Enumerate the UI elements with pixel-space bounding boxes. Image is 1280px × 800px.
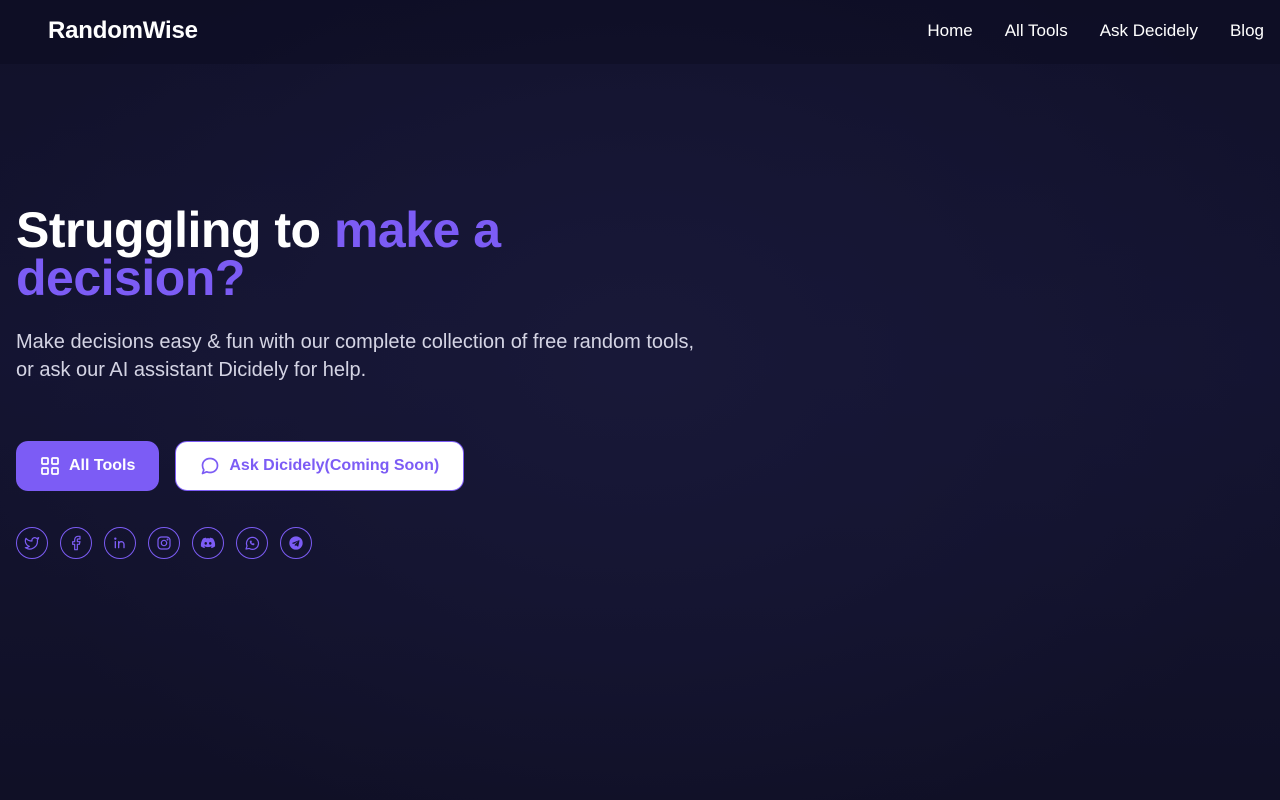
instagram-icon [157,536,171,550]
social-links [16,527,312,559]
whatsapp-icon [245,536,260,550]
social-link-facebook[interactable] [60,527,92,559]
hero-buttons: All Tools Ask Dicidely(Coming Soon) [16,441,465,491]
discord-icon [200,537,216,549]
linkedin-icon [114,537,125,549]
navbar: RandomWise Home All Tools Ask Decidely B… [0,0,1280,64]
all-tools-button[interactable]: All Tools [16,441,160,491]
grid-icon [40,456,60,476]
ask-dicidely-button-label: Ask Dicidely(Coming Soon) [229,457,440,474]
nav-link-ask-decidely[interactable]: Ask Decidely [1100,21,1198,41]
hero-subtitle: Make decisions easy & fun with our compl… [16,331,695,381]
hero-section: Struggling to make a decision? Make deci… [16,205,716,384]
social-link-twitter[interactable] [16,527,48,559]
facebook-icon [72,535,81,551]
twitter-icon [24,537,40,550]
social-link-telegram[interactable] [280,527,312,559]
ask-dicidely-button[interactable]: Ask Dicidely(Coming Soon) [175,441,465,491]
nav-links: Home All Tools Ask Decidely Blog [927,21,1264,41]
social-link-discord[interactable] [192,527,224,559]
chat-bubble-icon [200,456,220,476]
brand-logo[interactable]: RandomWise [48,17,198,45]
nav-link-all-tools[interactable]: All Tools [1005,21,1068,41]
telegram-icon [289,536,303,550]
nav-link-blog[interactable]: Blog [1230,21,1264,41]
social-link-instagram[interactable] [148,527,180,559]
social-link-whatsapp[interactable] [236,527,268,559]
all-tools-button-label: All Tools [69,457,136,474]
page: RandomWise Home All Tools Ask Decidely B… [0,0,1280,800]
social-link-linkedin[interactable] [104,527,136,559]
nav-link-home[interactable]: Home [927,21,972,41]
hero-headline: Struggling to make a decision? [16,205,716,303]
